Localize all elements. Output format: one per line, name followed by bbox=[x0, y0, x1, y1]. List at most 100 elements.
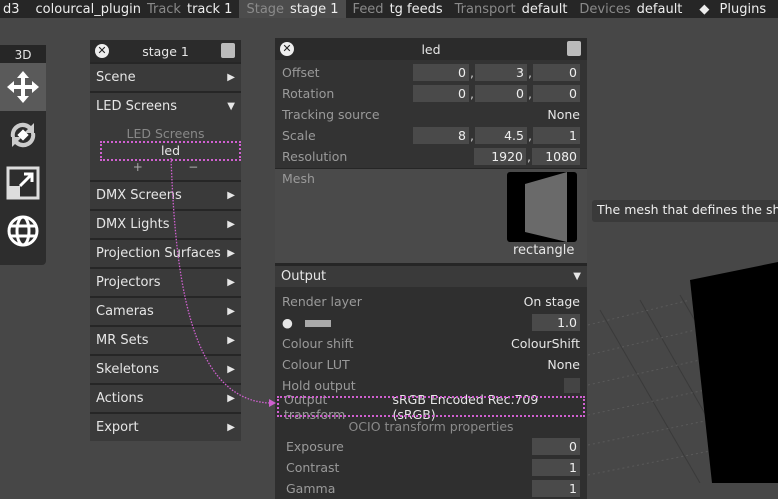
feed-value[interactable]: tg feeds bbox=[387, 2, 446, 17]
plugins-menu[interactable]: ◆ Plugins bbox=[693, 2, 772, 17]
rotation-label: Rotation bbox=[282, 86, 335, 101]
render-layer-value[interactable]: On stage bbox=[524, 294, 580, 309]
globe-icon bbox=[7, 215, 39, 247]
move-tool-button[interactable] bbox=[0, 63, 46, 111]
transport-label: Transport bbox=[454, 1, 516, 17]
scale-x-field[interactable]: 8 bbox=[413, 127, 469, 144]
section-led-screens[interactable]: LED Screens ▼ bbox=[90, 93, 241, 120]
rotate-tool-button[interactable] bbox=[0, 111, 46, 159]
section-export[interactable]: Export ▶ bbox=[90, 414, 241, 441]
colour-lut-label: Colour LUT bbox=[282, 357, 350, 372]
section-cameras[interactable]: Cameras ▶ bbox=[90, 298, 241, 325]
render-layer-label: Render layer bbox=[282, 294, 362, 309]
transport-value[interactable]: default bbox=[519, 2, 571, 17]
notes-icon[interactable] bbox=[567, 41, 581, 56]
chevron-right-icon: ▶ bbox=[227, 219, 235, 230]
mesh-value: rectangle bbox=[513, 243, 575, 258]
contrast-field[interactable]: 1 bbox=[532, 459, 580, 476]
section-dmx-lights[interactable]: DMX Lights ▶ bbox=[90, 211, 241, 238]
section-scene[interactable]: Scene ▶ bbox=[90, 64, 241, 91]
section-actions[interactable]: Actions ▶ bbox=[90, 385, 241, 412]
transform-section: Offset 0,3,0 Rotation 0,0,0 Tracking sou… bbox=[275, 60, 587, 168]
stage-panel-title: stage 1 bbox=[142, 43, 189, 59]
section-mr-sets[interactable]: MR Sets ▶ bbox=[90, 327, 241, 354]
exposure-label: Exposure bbox=[286, 439, 344, 454]
stage-menu[interactable]: Stage stage 1 bbox=[239, 0, 346, 18]
scale-row: Scale 8, 4.5, 1 bbox=[275, 125, 587, 146]
section-skeletons[interactable]: Skeletons ▶ bbox=[90, 356, 241, 383]
scale-tool-button[interactable] bbox=[0, 159, 46, 207]
stage-panel-header[interactable]: ✕ stage 1 bbox=[90, 40, 241, 62]
globe-tool-button[interactable] bbox=[0, 207, 46, 255]
stage-label: Stage bbox=[246, 1, 285, 17]
stage-value[interactable]: stage 1 bbox=[287, 2, 342, 17]
close-icon[interactable]: ✕ bbox=[280, 42, 294, 56]
brightness-row: ● 1.0 bbox=[275, 312, 587, 333]
track-value[interactable]: track 1 bbox=[184, 2, 236, 17]
section-label: MR Sets bbox=[96, 333, 149, 348]
close-icon[interactable]: ✕ bbox=[95, 44, 109, 58]
contrast-row: Contrast 1 bbox=[275, 457, 587, 478]
section-label: Projection Surfaces bbox=[96, 246, 221, 261]
exposure-field[interactable]: 0 bbox=[532, 438, 580, 455]
offset-x-field[interactable]: 0 bbox=[413, 64, 469, 81]
chevron-right-icon: ▶ bbox=[227, 306, 235, 317]
tracking-label: Tracking source bbox=[282, 107, 380, 122]
colour-lut-value[interactable]: None bbox=[547, 357, 580, 372]
brightness-slider[interactable] bbox=[304, 320, 331, 327]
brightness-field[interactable]: 1.0 bbox=[532, 314, 580, 331]
plugins-label: Plugins bbox=[719, 1, 767, 17]
contrast-label: Contrast bbox=[286, 460, 340, 475]
mesh-preview-icon bbox=[525, 172, 567, 242]
chevron-down-icon: ▼ bbox=[227, 101, 235, 112]
output-header-label: Output bbox=[281, 269, 327, 284]
chevron-right-icon: ▶ bbox=[227, 248, 235, 259]
colour-shift-value[interactable]: ColourShift bbox=[511, 336, 580, 351]
scale-y-field[interactable]: 4.5 bbox=[475, 127, 527, 144]
led-list-item[interactable]: led bbox=[100, 141, 241, 161]
chevron-down-icon: ▼ bbox=[573, 271, 581, 282]
scale-z-field[interactable]: 1 bbox=[533, 127, 580, 144]
chevron-right-icon: ▶ bbox=[227, 335, 235, 346]
led-panel-title: led bbox=[421, 41, 441, 57]
rotation-row: Rotation 0,0,0 bbox=[275, 83, 587, 104]
rotation-y-field[interactable]: 0 bbox=[475, 85, 527, 102]
notes-icon[interactable] bbox=[221, 43, 235, 58]
section-projectors[interactable]: Projectors ▶ bbox=[90, 269, 241, 296]
led-panel-header[interactable]: ✕ led bbox=[275, 38, 587, 60]
offset-z-field[interactable]: 0 bbox=[533, 64, 580, 81]
output-transform-row[interactable]: Output transform sRGB Encoded Rec.709 (sR… bbox=[277, 392, 585, 422]
resolution-height-field[interactable]: 1080 bbox=[532, 148, 580, 165]
project-name[interactable]: colourcal_plugin bbox=[33, 2, 144, 17]
led-list-header: LED Screens bbox=[126, 126, 205, 141]
move-icon bbox=[7, 71, 39, 103]
mesh-label: Mesh bbox=[282, 171, 315, 186]
section-label: Export bbox=[96, 420, 139, 435]
section-projection-surfaces[interactable]: Projection Surfaces ▶ bbox=[90, 240, 241, 267]
remove-button[interactable]: − bbox=[188, 161, 198, 173]
gamma-label: Gamma bbox=[286, 481, 336, 496]
section-label: DMX Screens bbox=[96, 188, 182, 203]
output-header[interactable]: Output ▼ bbox=[275, 266, 587, 287]
chevron-right-icon: ▶ bbox=[227, 72, 235, 83]
mesh-thumbnail[interactable] bbox=[507, 172, 577, 242]
app-name[interactable]: d3 bbox=[0, 2, 23, 17]
render-layer-row: Render layer On stage bbox=[275, 291, 587, 312]
devices-value[interactable]: default bbox=[634, 2, 686, 17]
colour-shift-row: Colour shift ColourShift bbox=[275, 333, 587, 354]
offset-y-field[interactable]: 3 bbox=[475, 64, 527, 81]
rotation-x-field[interactable]: 0 bbox=[413, 85, 469, 102]
devices-label: Devices bbox=[579, 1, 631, 17]
chevron-right-icon: ▶ bbox=[227, 277, 235, 288]
section-label: Skeletons bbox=[96, 362, 159, 377]
section-dmx-screens[interactable]: DMX Screens ▶ bbox=[90, 182, 241, 209]
resolution-width-field[interactable]: 1920 bbox=[474, 148, 526, 165]
rotation-z-field[interactable]: 0 bbox=[533, 85, 580, 102]
offset-row: Offset 0,3,0 bbox=[275, 62, 587, 83]
section-label: Projectors bbox=[96, 275, 161, 290]
add-button[interactable]: + bbox=[133, 161, 143, 173]
chevron-right-icon: ▶ bbox=[227, 393, 235, 404]
led-screen-mesh bbox=[690, 262, 778, 483]
tracking-source-value[interactable]: None bbox=[547, 107, 580, 122]
track-label: Track bbox=[146, 1, 181, 17]
